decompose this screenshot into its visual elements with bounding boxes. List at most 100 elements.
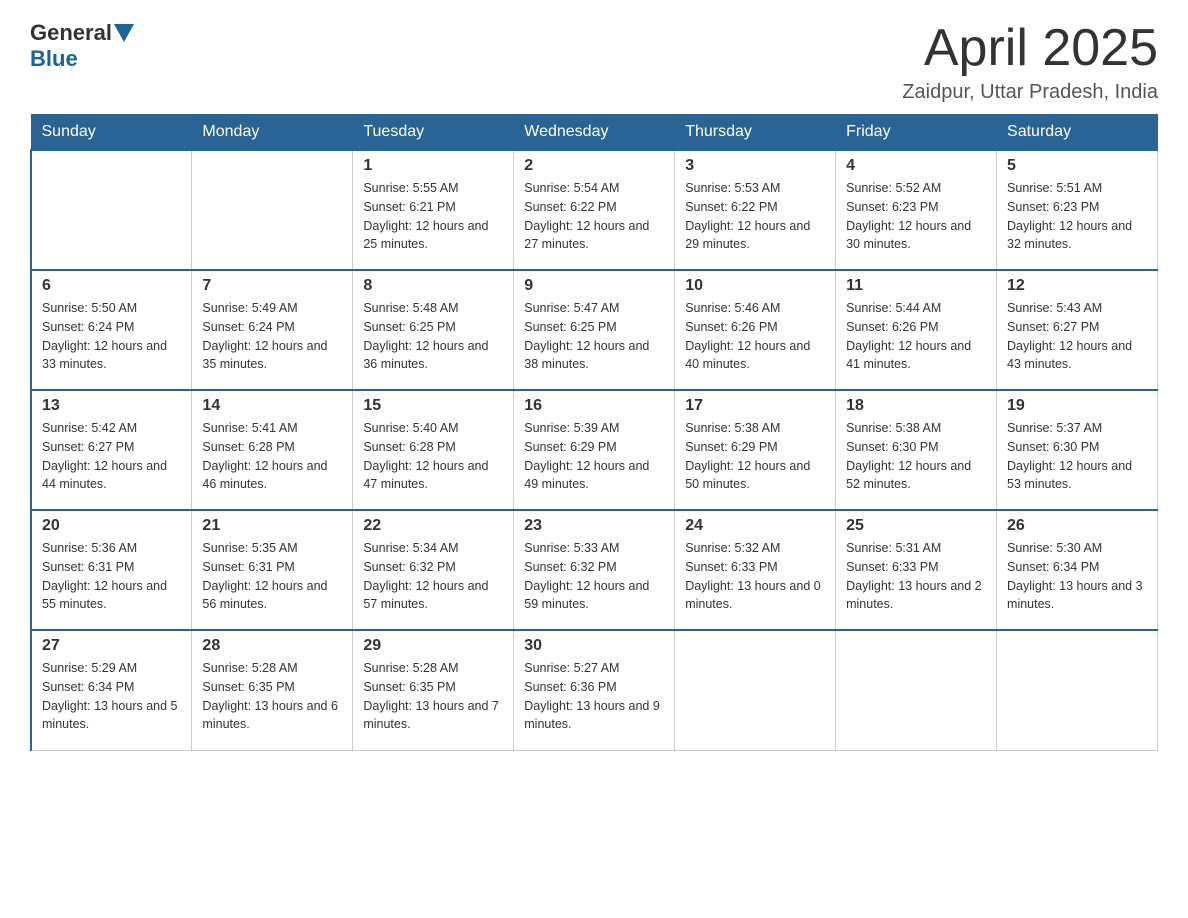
calendar-cell: 6 Sunrise: 5:50 AMSunset: 6:24 PMDaylight…: [31, 270, 192, 390]
calendar-cell: 29 Sunrise: 5:28 AMSunset: 6:35 PMDayligh…: [353, 630, 514, 750]
calendar-cell: 5 Sunrise: 5:51 AMSunset: 6:23 PMDaylight…: [997, 150, 1158, 270]
day-info: Sunrise: 5:47 AMSunset: 6:25 PMDaylight:…: [524, 299, 664, 374]
calendar-cell: 16 Sunrise: 5:39 AMSunset: 6:29 PMDayligh…: [514, 390, 675, 510]
calendar-cell: 1 Sunrise: 5:55 AMSunset: 6:21 PMDaylight…: [353, 150, 514, 270]
day-number: 9: [524, 277, 664, 295]
week-row-3: 13Sunrise: 5:42 AMSunset: 6:27 PMDayligh…: [31, 390, 1158, 510]
week-row-5: 27 Sunrise: 5:29 AMSunset: 6:34 PMDayligh…: [31, 630, 1158, 750]
day-info: Sunrise: 5:34 AMSunset: 6:32 PMDaylight:…: [363, 539, 503, 614]
day-info: Sunrise: 5:50 AMSunset: 6:24 PMDaylight:…: [42, 299, 181, 374]
day-info: Sunrise: 5:44 AMSunset: 6:26 PMDaylight:…: [846, 299, 986, 374]
day-info: Sunrise: 5:51 AMSunset: 6:23 PMDaylight:…: [1007, 179, 1147, 254]
day-info: Sunrise: 5:49 AMSunset: 6:24 PMDaylight:…: [202, 299, 342, 374]
day-number: 19: [1007, 397, 1147, 415]
day-number: 24: [685, 517, 825, 535]
day-number: 30: [524, 637, 664, 655]
calendar-cell: 20 Sunrise: 5:36 AMSunset: 6:31 PMDayligh…: [31, 510, 192, 630]
day-number: 17: [685, 397, 825, 415]
day-info: Sunrise: 5:28 AMSunset: 6:35 PMDaylight:…: [363, 659, 503, 734]
calendar-cell: 9 Sunrise: 5:47 AMSunset: 6:25 PMDaylight…: [514, 270, 675, 390]
weekday-header-saturday: Saturday: [997, 115, 1158, 151]
day-number: 23: [524, 517, 664, 535]
logo-triangle-icon: [114, 24, 134, 42]
calendar-cell: 23 Sunrise: 5:33 AMSunset: 6:32 PMDayligh…: [514, 510, 675, 630]
calendar-cell: [997, 630, 1158, 750]
day-info: Sunrise: 5:32 AMSunset: 6:33 PMDaylight:…: [685, 539, 825, 614]
day-number: 3: [685, 157, 825, 175]
logo-blue-text: Blue: [30, 46, 78, 72]
calendar-cell: 10Sunrise: 5:46 AMSunset: 6:26 PMDayligh…: [675, 270, 836, 390]
day-number: 16: [524, 397, 664, 415]
day-info: Sunrise: 5:30 AMSunset: 6:34 PMDaylight:…: [1007, 539, 1147, 614]
day-number: 29: [363, 637, 503, 655]
day-info: Sunrise: 5:48 AMSunset: 6:25 PMDaylight:…: [363, 299, 503, 374]
calendar-cell: 26 Sunrise: 5:30 AMSunset: 6:34 PMDayligh…: [997, 510, 1158, 630]
day-number: 22: [363, 517, 503, 535]
calendar-cell: 25 Sunrise: 5:31 AMSunset: 6:33 PMDayligh…: [836, 510, 997, 630]
page-header: General Blue April 2025 Zaidpur, Uttar P…: [30, 20, 1158, 104]
week-row-2: 6 Sunrise: 5:50 AMSunset: 6:24 PMDaylight…: [31, 270, 1158, 390]
calendar-cell: 22 Sunrise: 5:34 AMSunset: 6:32 PMDayligh…: [353, 510, 514, 630]
calendar-cell: 14Sunrise: 5:41 AMSunset: 6:28 PMDayligh…: [192, 390, 353, 510]
day-info: Sunrise: 5:39 AMSunset: 6:29 PMDaylight:…: [524, 419, 664, 494]
calendar-cell: 28 Sunrise: 5:28 AMSunset: 6:35 PMDayligh…: [192, 630, 353, 750]
day-info: Sunrise: 5:33 AMSunset: 6:32 PMDaylight:…: [524, 539, 664, 614]
calendar-cell: 19 Sunrise: 5:37 AMSunset: 6:30 PMDayligh…: [997, 390, 1158, 510]
calendar-cell: [675, 630, 836, 750]
day-number: 6: [42, 277, 181, 295]
day-info: Sunrise: 5:37 AMSunset: 6:30 PMDaylight:…: [1007, 419, 1147, 494]
calendar-cell: 17Sunrise: 5:38 AMSunset: 6:29 PMDayligh…: [675, 390, 836, 510]
day-number: 26: [1007, 517, 1147, 535]
calendar-cell: 4 Sunrise: 5:52 AMSunset: 6:23 PMDaylight…: [836, 150, 997, 270]
day-info: Sunrise: 5:46 AMSunset: 6:26 PMDaylight:…: [685, 299, 825, 374]
day-info: Sunrise: 5:52 AMSunset: 6:23 PMDaylight:…: [846, 179, 986, 254]
logo-general-text: General: [30, 20, 112, 46]
day-number: 11: [846, 277, 986, 295]
week-row-1: 1 Sunrise: 5:55 AMSunset: 6:21 PMDaylight…: [31, 150, 1158, 270]
month-title: April 2025: [902, 20, 1158, 77]
day-number: 28: [202, 637, 342, 655]
calendar-cell: 3 Sunrise: 5:53 AMSunset: 6:22 PMDaylight…: [675, 150, 836, 270]
calendar-header-row: SundayMondayTuesdayWednesdayThursdayFrid…: [31, 115, 1158, 151]
calendar-cell: 11 Sunrise: 5:44 AMSunset: 6:26 PMDayligh…: [836, 270, 997, 390]
day-info: Sunrise: 5:40 AMSunset: 6:28 PMDaylight:…: [363, 419, 503, 494]
title-section: April 2025 Zaidpur, Uttar Pradesh, India: [902, 20, 1158, 104]
calendar-cell: 24 Sunrise: 5:32 AMSunset: 6:33 PMDayligh…: [675, 510, 836, 630]
day-number: 25: [846, 517, 986, 535]
day-info: Sunrise: 5:31 AMSunset: 6:33 PMDaylight:…: [846, 539, 986, 614]
day-info: Sunrise: 5:55 AMSunset: 6:21 PMDaylight:…: [363, 179, 503, 254]
week-row-4: 20 Sunrise: 5:36 AMSunset: 6:31 PMDayligh…: [31, 510, 1158, 630]
day-number: 20: [42, 517, 181, 535]
calendar-cell: 2 Sunrise: 5:54 AMSunset: 6:22 PMDaylight…: [514, 150, 675, 270]
day-number: 15: [363, 397, 503, 415]
day-info: Sunrise: 5:27 AMSunset: 6:36 PMDaylight:…: [524, 659, 664, 734]
weekday-header-tuesday: Tuesday: [353, 115, 514, 151]
weekday-header-wednesday: Wednesday: [514, 115, 675, 151]
day-info: Sunrise: 5:36 AMSunset: 6:31 PMDaylight:…: [42, 539, 181, 614]
day-number: 21: [202, 517, 342, 535]
calendar-cell: [31, 150, 192, 270]
weekday-header-sunday: Sunday: [31, 115, 192, 151]
calendar-cell: 12 Sunrise: 5:43 AMSunset: 6:27 PMDayligh…: [997, 270, 1158, 390]
day-info: Sunrise: 5:54 AMSunset: 6:22 PMDaylight:…: [524, 179, 664, 254]
day-info: Sunrise: 5:35 AMSunset: 6:31 PMDaylight:…: [202, 539, 342, 614]
weekday-header-monday: Monday: [192, 115, 353, 151]
day-info: Sunrise: 5:42 AMSunset: 6:27 PMDaylight:…: [42, 419, 181, 494]
calendar-cell: 27 Sunrise: 5:29 AMSunset: 6:34 PMDayligh…: [31, 630, 192, 750]
day-info: Sunrise: 5:43 AMSunset: 6:27 PMDaylight:…: [1007, 299, 1147, 374]
calendar-cell: 18Sunrise: 5:38 AMSunset: 6:30 PMDayligh…: [836, 390, 997, 510]
calendar-cell: [192, 150, 353, 270]
day-number: 4: [846, 157, 986, 175]
calendar-table: SundayMondayTuesdayWednesdayThursdayFrid…: [30, 114, 1158, 751]
day-info: Sunrise: 5:28 AMSunset: 6:35 PMDaylight:…: [202, 659, 342, 734]
day-info: Sunrise: 5:29 AMSunset: 6:34 PMDaylight:…: [42, 659, 181, 734]
day-number: 5: [1007, 157, 1147, 175]
day-number: 12: [1007, 277, 1147, 295]
calendar-cell: 15 Sunrise: 5:40 AMSunset: 6:28 PMDayligh…: [353, 390, 514, 510]
day-info: Sunrise: 5:38 AMSunset: 6:30 PMDaylight:…: [846, 419, 986, 494]
day-number: 1: [363, 157, 503, 175]
day-number: 2: [524, 157, 664, 175]
day-number: 27: [42, 637, 181, 655]
day-info: Sunrise: 5:53 AMSunset: 6:22 PMDaylight:…: [685, 179, 825, 254]
weekday-header-friday: Friday: [836, 115, 997, 151]
